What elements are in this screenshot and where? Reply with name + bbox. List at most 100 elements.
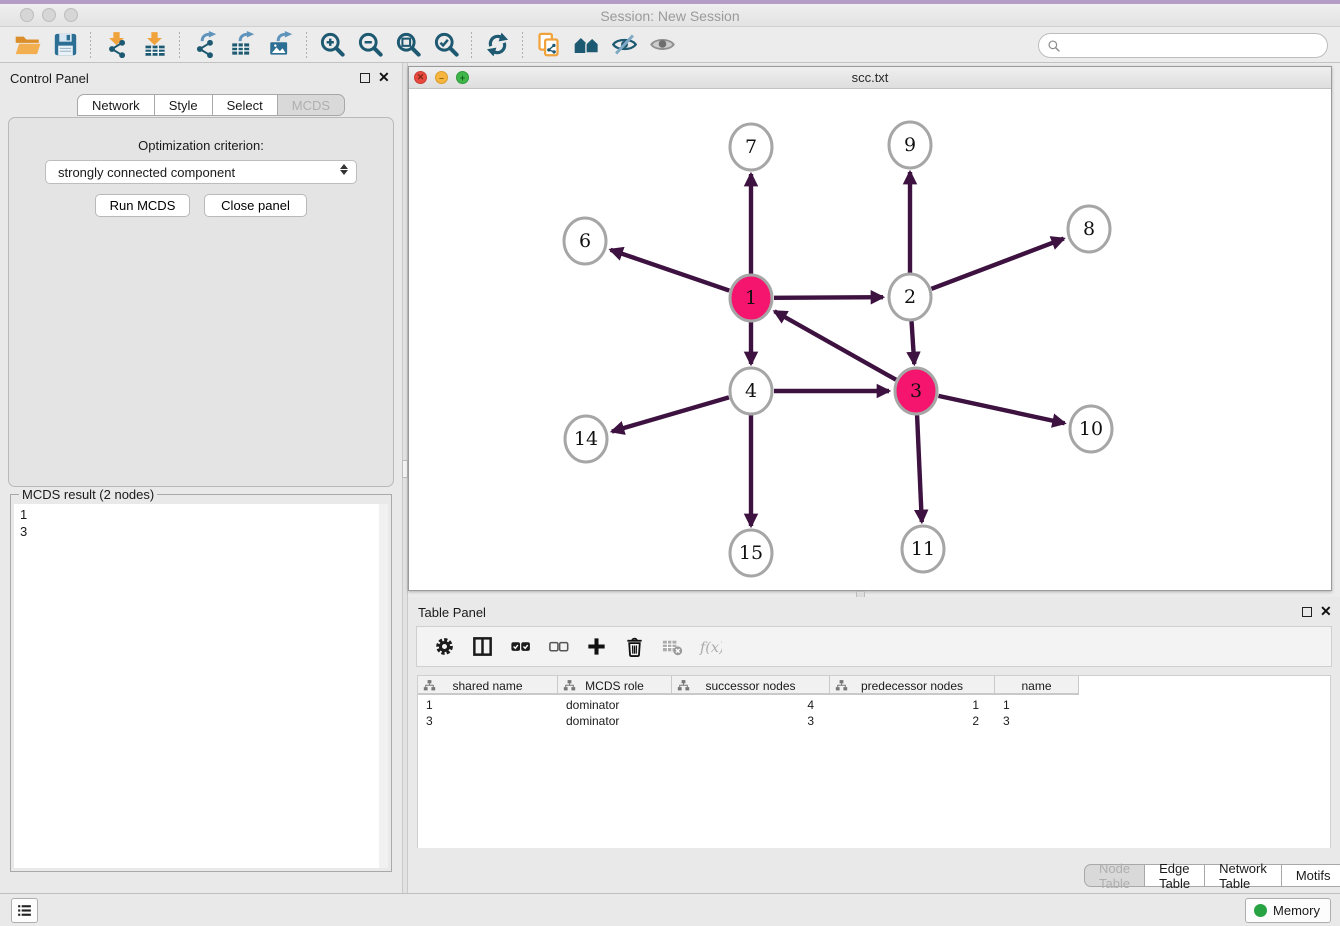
table-cell[interactable]: dominator: [558, 713, 672, 729]
tab-edge-table[interactable]: Edge Table: [1145, 864, 1205, 887]
column-header-shared-name[interactable]: shared name: [418, 676, 558, 695]
export-image-button[interactable]: [262, 29, 300, 61]
table-row[interactable]: 3dominator323: [418, 713, 1079, 729]
network-window[interactable]: ✕ – + scc.txt 7 9 6 8 1 2 4 3 14 10 15 11: [408, 66, 1332, 591]
column-header-label: successor nodes: [705, 679, 795, 693]
graph-edge-3-10[interactable]: [938, 396, 1064, 423]
network-canvas[interactable]: 7 9 6 8 1 2 4 3 14 10 15 11: [409, 89, 1331, 590]
save-session-icon: [52, 31, 79, 58]
toggle-columns-button[interactable]: [465, 631, 499, 663]
graph-node-6[interactable]: 6: [564, 218, 606, 264]
tab-select[interactable]: Select: [213, 94, 278, 116]
graph-node-15[interactable]: 15: [730, 530, 772, 576]
search-field[interactable]: [1038, 33, 1328, 58]
column-header-predecessor-nodes[interactable]: predecessor nodes: [830, 676, 995, 695]
column-header-name[interactable]: name: [995, 676, 1079, 695]
hierarchy-icon: [563, 679, 576, 692]
close-panel-button[interactable]: Close panel: [204, 194, 307, 217]
tab-network[interactable]: Network: [77, 94, 155, 116]
table-cell[interactable]: 1: [995, 697, 1079, 713]
network-window-titlebar[interactable]: ✕ – + scc.txt: [409, 67, 1331, 89]
delete-table-button: [655, 631, 689, 663]
graph-node-2[interactable]: 2: [889, 274, 931, 320]
zoom-in-icon: [319, 31, 346, 58]
tab-motifs[interactable]: Motifs: [1282, 864, 1340, 887]
zoom-in-button[interactable]: [313, 29, 351, 61]
graph-node-1[interactable]: 1: [730, 275, 772, 321]
save-session-button[interactable]: [46, 29, 84, 61]
import-table-button[interactable]: [135, 29, 173, 61]
float-panel-icon[interactable]: [360, 73, 370, 83]
home-overview-button[interactable]: [567, 29, 605, 61]
zoom-selected-button[interactable]: [427, 29, 465, 61]
graph-edge-1-6[interactable]: [611, 250, 730, 291]
table-cell[interactable]: 1: [830, 697, 995, 713]
hierarchy-icon: [423, 679, 436, 692]
graph-node-3[interactable]: 3: [895, 368, 937, 414]
graph-node-9[interactable]: 9: [889, 122, 931, 168]
table-header-row: shared nameMCDS role successor nodes prede…: [418, 676, 1079, 695]
graph-edge-3-11[interactable]: [917, 414, 922, 522]
graph-node-label: 2: [904, 286, 916, 308]
hide-selected-button[interactable]: [605, 29, 643, 61]
tab-network-table[interactable]: Network Table: [1205, 864, 1282, 887]
graph-edge-3-1[interactable]: [775, 311, 896, 379]
delete-row-button[interactable]: [617, 631, 651, 663]
tab-style[interactable]: Style: [155, 94, 213, 116]
table-cell[interactable]: 1: [418, 697, 558, 713]
table-row[interactable]: 1dominator411: [418, 697, 1079, 713]
open-file-button[interactable]: [8, 29, 46, 61]
table-cell[interactable]: dominator: [558, 697, 672, 713]
export-table-button[interactable]: [224, 29, 262, 61]
graph-node-8[interactable]: 8: [1068, 206, 1110, 252]
graph-node-11[interactable]: 11: [902, 526, 944, 572]
float-table-panel-icon[interactable]: [1302, 607, 1312, 617]
task-history-button[interactable]: [11, 898, 38, 923]
refresh-button[interactable]: [478, 29, 516, 61]
mcds-result-text[interactable]: 13: [14, 504, 388, 868]
graph-node-14[interactable]: 14: [565, 416, 607, 462]
node-table[interactable]: shared nameMCDS role successor nodes prede…: [417, 675, 1331, 848]
run-mcds-button[interactable]: Run MCDS: [95, 194, 190, 217]
deselect-all-button[interactable]: [541, 631, 575, 663]
graph-edge-1-2[interactable]: [774, 297, 883, 298]
graph-node-4[interactable]: 4: [730, 368, 772, 414]
graph-node-7[interactable]: 7: [730, 124, 772, 170]
table-cell[interactable]: 3: [418, 713, 558, 729]
graph-edge-2-8[interactable]: [932, 239, 1064, 289]
search-input[interactable]: [1061, 36, 1319, 56]
table-cell[interactable]: 4: [672, 697, 830, 713]
zoom-fit-button[interactable]: [389, 29, 427, 61]
table-cell[interactable]: 3: [995, 713, 1079, 729]
graph-edge-4-14[interactable]: [612, 397, 729, 431]
window-title: Session: New Session: [0, 8, 1340, 24]
criterion-select[interactable]: strongly connected component: [45, 160, 357, 184]
table-settings-button[interactable]: [427, 631, 461, 663]
table-cell[interactable]: 2: [830, 713, 995, 729]
close-table-panel-icon[interactable]: ✕: [1320, 603, 1332, 620]
tab-node-table[interactable]: Node Table: [1084, 864, 1145, 887]
clone-network-button[interactable]: [529, 29, 567, 61]
zoom-out-button[interactable]: [351, 29, 389, 61]
import-network-button[interactable]: [97, 29, 135, 61]
graph-node-label: 15: [739, 542, 763, 564]
toolbar-separator: [522, 32, 523, 58]
show-all-button[interactable]: [643, 29, 681, 61]
add-row-button[interactable]: [579, 631, 613, 663]
window-titlebar[interactable]: Session: New Session: [0, 4, 1340, 27]
mcds-result-scrollbar[interactable]: [379, 504, 388, 868]
export-network-button[interactable]: [186, 29, 224, 61]
zoom-selected-icon: [433, 31, 460, 58]
graph-node-label: 8: [1083, 218, 1095, 240]
column-header-MCDS-role[interactable]: MCDS role: [558, 676, 672, 695]
select-all-button[interactable]: [503, 631, 537, 663]
export-image-icon: [268, 31, 295, 58]
table-cell[interactable]: 3: [672, 713, 830, 729]
hierarchy-icon: [677, 679, 690, 692]
column-header-successor-nodes[interactable]: successor nodes: [672, 676, 830, 695]
graph-node-10[interactable]: 10: [1070, 406, 1112, 452]
memory-button[interactable]: Memory: [1245, 898, 1331, 923]
graph-edge-2-3[interactable]: [911, 320, 914, 364]
close-panel-icon[interactable]: ✕: [378, 69, 390, 86]
tab-mcds[interactable]: MCDS: [278, 94, 345, 116]
